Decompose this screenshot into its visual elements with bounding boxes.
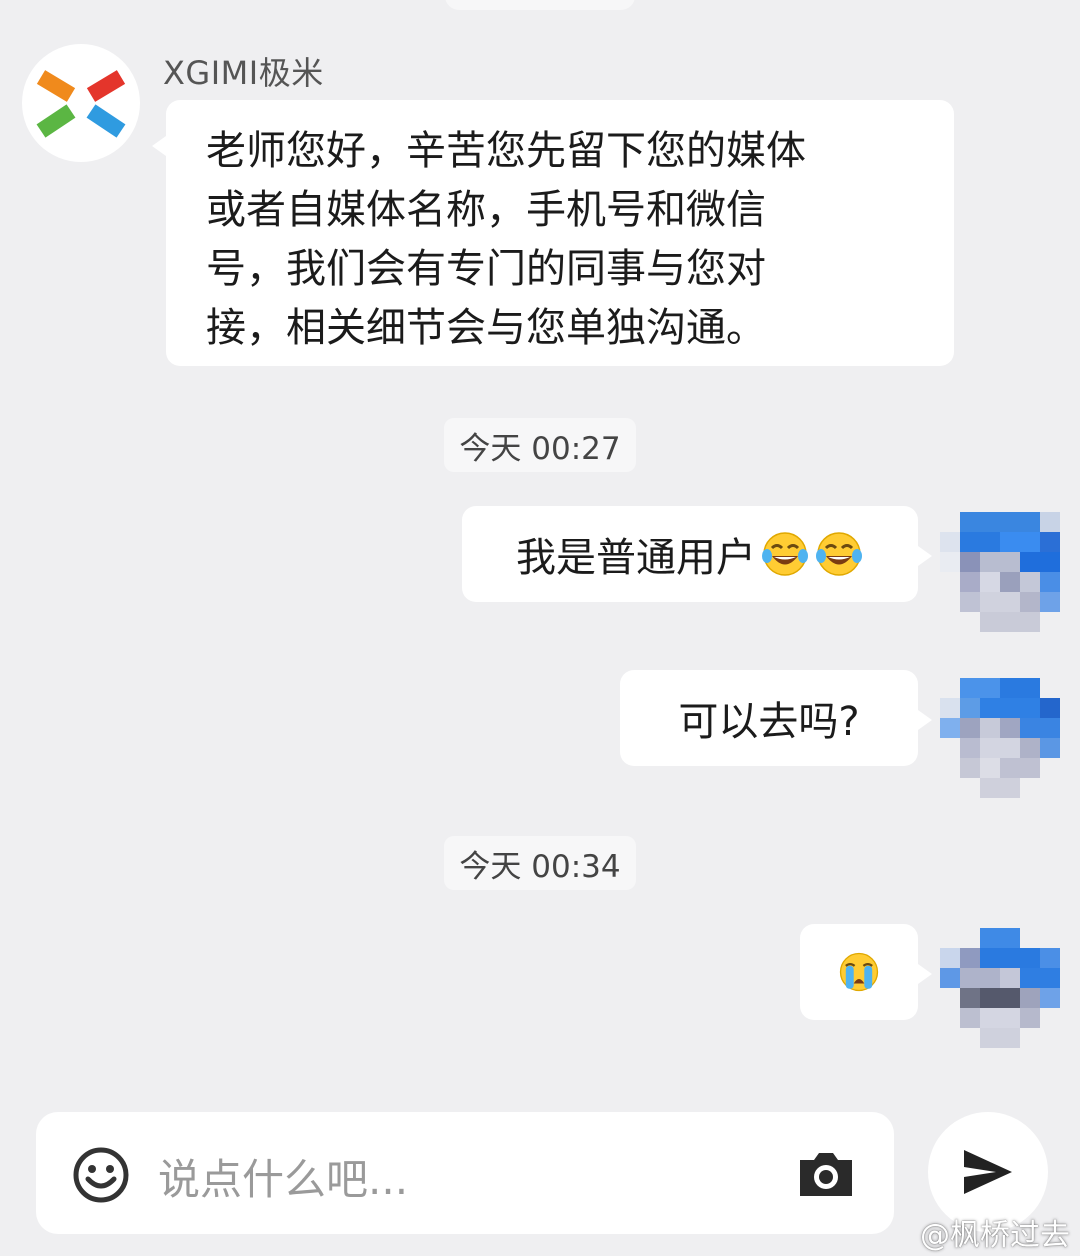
xgimi-logo-icon[interactable]	[22, 44, 140, 162]
message-input[interactable]: 说点什么吧...	[158, 1146, 408, 1207]
outgoing-message-bubble[interactable]	[800, 924, 932, 1020]
smiley-icon[interactable]	[72, 1146, 130, 1204]
loudly-crying-emoji-icon	[839, 952, 879, 992]
sender-name: XGIMI极米	[163, 54, 324, 92]
previous-timestamp-pill	[445, 0, 635, 10]
message-line: 号，我们会有专门的同事与您对	[206, 246, 766, 292]
watermark-text: @枫桥过去	[920, 1218, 1070, 1253]
camera-icon[interactable]	[796, 1146, 856, 1202]
timestamp: 今天 00:27	[444, 418, 636, 472]
user-avatar[interactable]	[940, 678, 1060, 798]
message-input-bar[interactable]: 说点什么吧...	[36, 1112, 894, 1234]
send-arrow-icon	[964, 1150, 1012, 1194]
message-line: 老师您好，辛苦您先留下您的媒体	[206, 128, 806, 174]
outgoing-message-bubble[interactable]: 可以去吗?	[620, 670, 932, 766]
tears-of-joy-emoji-icon	[816, 532, 862, 576]
message-line: 或者自媒体名称，手机号和微信	[206, 187, 766, 233]
timestamp: 今天 00:34	[444, 836, 636, 890]
message-text: 我是普通用户	[516, 535, 756, 581]
tears-of-joy-emoji-icon	[762, 532, 808, 576]
user-avatar[interactable]	[940, 512, 1060, 632]
incoming-message-bubble[interactable]: 老师您好，辛苦您先留下您的媒体 或者自媒体名称，手机号和微信 号，我们会有专门的…	[152, 100, 954, 366]
message-text: 可以去吗?	[678, 699, 860, 745]
user-avatar[interactable]	[940, 928, 1060, 1048]
message-line: 接，相关细节会与您单独沟通。	[206, 305, 766, 351]
weibo-watermark: @枫桥过去	[920, 1210, 1070, 1254]
outgoing-message-bubble[interactable]: 我是普通用户	[462, 506, 932, 602]
